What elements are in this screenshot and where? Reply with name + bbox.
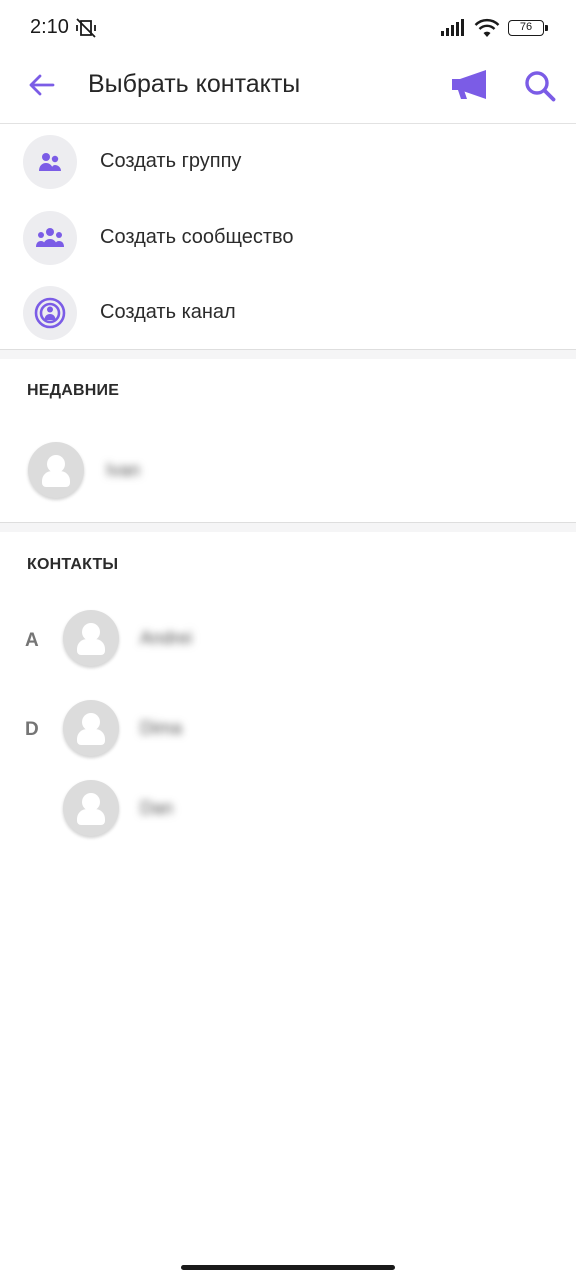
list-item[interactable]: Dima [0,688,576,768]
avatar [28,442,84,498]
create-channel-button[interactable]: Создать канал [0,275,576,351]
create-group-button[interactable]: Создать группу [0,124,576,200]
vibrate-off-icon [76,18,96,38]
back-arrow-icon[interactable] [26,70,56,100]
app-bar: Выбрать контакты [0,56,576,124]
channel-icon [23,286,77,340]
battery-indicator: 76 [508,20,548,36]
list-item[interactable]: Dan [0,768,576,848]
contact-name: Dima [140,718,183,738]
create-channel-label: Создать канал [100,301,236,323]
section-divider [0,349,576,359]
contact-name: Dan [140,798,174,818]
create-community-label: Создать сообщество [100,226,294,248]
create-community-button[interactable]: Создать сообщество [0,200,576,276]
status-indicators: 76 [440,16,548,40]
home-indicator[interactable] [181,1265,395,1270]
avatar [63,780,119,836]
recent-header: НЕДАВНИЕ [27,382,120,399]
megaphone-icon[interactable] [448,68,490,102]
status-bar: 2:10 76 [0,0,576,56]
avatar [63,610,119,666]
status-time: 2:10 [30,16,69,38]
section-divider [0,522,576,532]
create-group-label: Создать группу [100,150,242,172]
community-icon [23,211,77,265]
list-item[interactable]: Andrei [0,598,576,678]
contact-name: Ivan [106,460,141,480]
signal-icon [441,19,464,36]
list-item[interactable]: Ivan [0,430,576,510]
contact-name: Andrei [140,628,193,648]
contacts-header: КОНТАКТЫ [27,556,119,573]
group-icon [23,135,77,189]
wifi-icon [474,18,500,37]
page-title: Выбрать контакты [88,70,301,98]
avatar [63,700,119,756]
search-icon[interactable] [522,68,558,104]
